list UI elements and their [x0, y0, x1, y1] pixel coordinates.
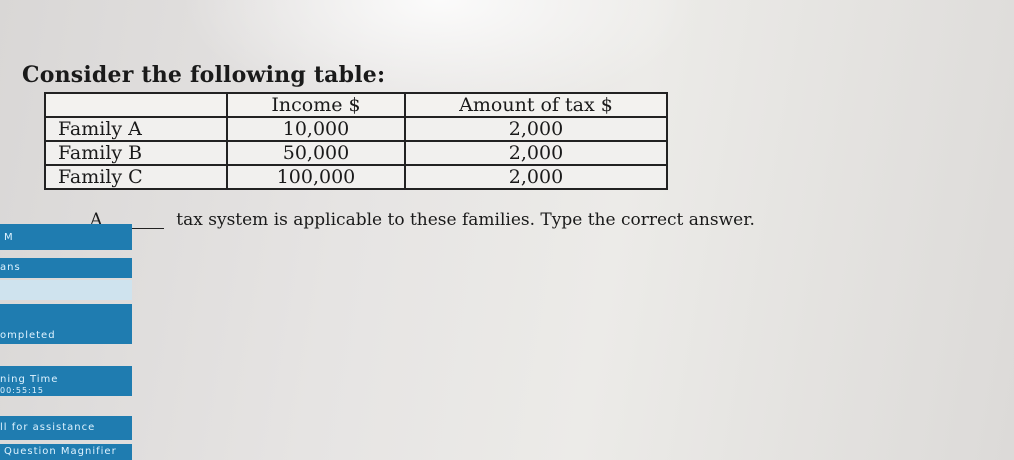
- timer-value: 00:55:15: [0, 386, 44, 395]
- family-cell: Family B: [44, 140, 228, 166]
- sidebar-panel-answers[interactable]: ans: [0, 258, 132, 278]
- table-row: Family C 100,000 2,000: [44, 164, 668, 190]
- tax-cell: 2,000: [404, 164, 668, 190]
- table-header-row: Income $ Amount of tax $: [44, 92, 668, 118]
- table-row: Family A 10,000 2,000: [44, 116, 668, 142]
- question-magnifier-button[interactable]: Question Magnifier: [0, 444, 132, 460]
- prompt-suffix: tax system is applicable to these famili…: [176, 210, 755, 230]
- tax-cell: 2,000: [404, 116, 668, 142]
- call-for-assistance-button[interactable]: ll for assistance: [0, 416, 132, 440]
- timer-label: ning Time: [0, 374, 59, 385]
- income-cell: 50,000: [226, 140, 406, 166]
- family-cell: Family C: [44, 164, 228, 190]
- sidebar-panel-answers-label: ans: [0, 262, 21, 273]
- call-for-assistance-label: ll for assistance: [0, 422, 96, 433]
- question-magnifier-label: Question Magnifier: [4, 446, 117, 457]
- sidebar-panel-timer: ning Time 00:55:15: [0, 366, 132, 396]
- table-header-blank: [44, 92, 228, 118]
- income-cell: 100,000: [226, 164, 406, 190]
- income-cell: 10,000: [226, 116, 406, 142]
- table-header-tax: Amount of tax $: [404, 92, 668, 118]
- sidebar-panel-completed-label: ompleted: [0, 330, 56, 341]
- sidebar-panel-m[interactable]: M: [0, 224, 132, 250]
- income-tax-table: Income $ Amount of tax $ Family A 10,000…: [44, 92, 668, 190]
- sidebar-panel-m-label: M: [4, 232, 14, 243]
- family-cell: Family A: [44, 116, 228, 142]
- sidebar-panel-blank: [0, 280, 132, 300]
- table-row: Family B 50,000 2,000: [44, 140, 668, 166]
- question-title: Consider the following table:: [22, 62, 386, 88]
- sidebar-panel-completed[interactable]: ompleted: [0, 304, 132, 344]
- tax-cell: 2,000: [404, 140, 668, 166]
- sidebar: M ans ompleted ning Time 00:55:15 ll for…: [0, 200, 140, 460]
- question-prompt: A tax system is applicable to these fami…: [90, 210, 755, 230]
- table-header-income: Income $: [226, 92, 406, 118]
